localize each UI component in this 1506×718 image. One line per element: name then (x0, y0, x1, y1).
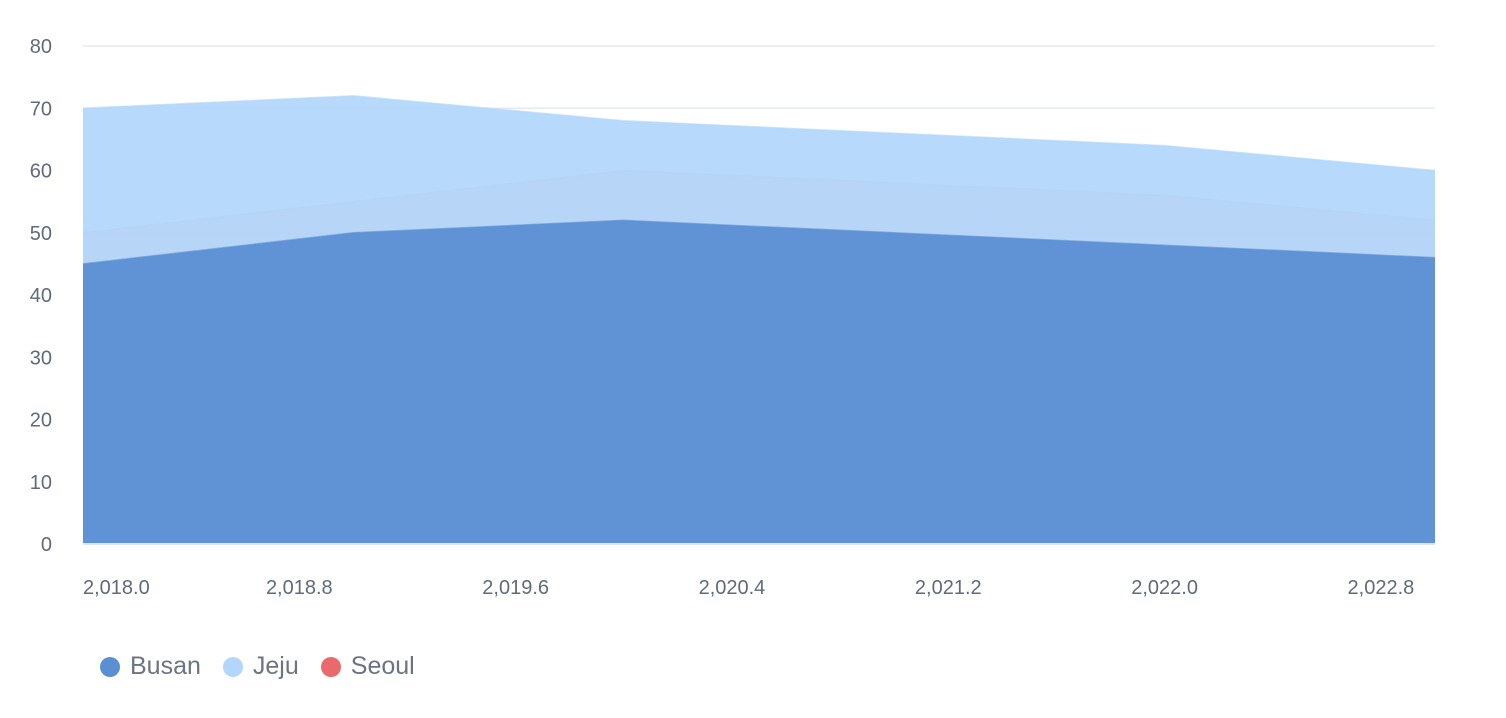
legend: Busan Jeju Seoul (100, 652, 415, 681)
y-tick-label: 80 (30, 36, 52, 58)
x-tick-label: 2,022.8 (1348, 577, 1415, 599)
legend-dot-icon (320, 656, 341, 677)
legend-label: Seoul (350, 652, 415, 680)
y-tick-label: 10 (30, 472, 52, 494)
y-tick-label: 20 (30, 410, 52, 432)
legend-item-busan[interactable]: Busan (100, 652, 201, 681)
legend-dot-icon (100, 656, 120, 677)
x-tick-label: 2,018.8 (266, 577, 333, 599)
legend-item-jeju[interactable]: Jeju (222, 652, 299, 681)
x-tick-label: 2,022.0 (1131, 577, 1198, 599)
y-tick-label: 50 (30, 223, 52, 245)
legend-label: Busan (130, 652, 201, 680)
y-tick-label: 60 (30, 161, 52, 183)
x-tick-label: 2,020.4 (699, 577, 766, 599)
x-tick-label: 2,021.2 (915, 577, 982, 599)
area-chart: 0 10 20 30 40 50 60 70 80 2,018.0 2,018.8 2,019.6 2,… (0, 0, 1506, 718)
x-tick-label: 2,019.6 (482, 577, 549, 599)
legend-item-seoul[interactable]: Seoul (320, 652, 415, 681)
area-series-busan (83, 220, 1435, 545)
x-tick-label: 2,018.0 (83, 577, 150, 599)
y-tick-label: 40 (30, 285, 52, 307)
chart-plot: 0 10 20 30 40 50 60 70 80 2,018.0 2,018.8 2,019.6 2,… (30, 36, 1436, 599)
y-tick-label: 30 (30, 347, 52, 369)
legend-dot-icon (222, 656, 243, 677)
y-tick-label: 70 (30, 98, 52, 120)
y-tick-label: 0 (41, 534, 52, 556)
legend-label: Jeju (252, 652, 299, 680)
